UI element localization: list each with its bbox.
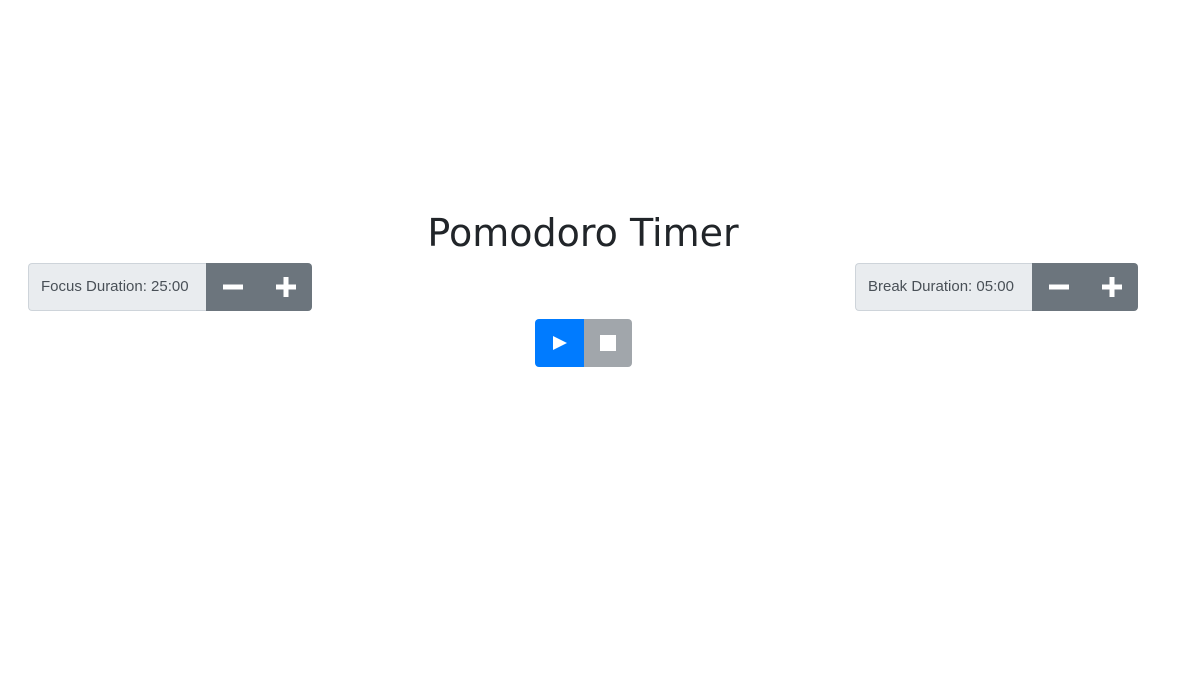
minus-icon — [1048, 284, 1069, 290]
page-title: Pomodoro Timer — [427, 211, 739, 255]
break-duration-label: Break Duration: 05:00 — [855, 263, 1032, 311]
break-decrease-button[interactable] — [1032, 263, 1085, 311]
focus-increase-button[interactable] — [259, 263, 312, 311]
plus-icon — [1101, 277, 1122, 297]
stop-button[interactable] — [584, 319, 632, 367]
plus-icon — [275, 277, 296, 297]
play-icon — [552, 336, 567, 350]
break-increase-button[interactable] — [1085, 263, 1138, 311]
focus-duration-group: Focus Duration: 25:00 — [28, 263, 312, 311]
focus-duration-label: Focus Duration: 25:00 — [28, 263, 206, 311]
start-button[interactable] — [535, 319, 584, 367]
stop-icon — [600, 335, 616, 351]
minus-icon — [222, 284, 243, 290]
focus-decrease-button[interactable] — [206, 263, 259, 311]
break-duration-group: Break Duration: 05:00 — [855, 263, 1138, 311]
timer-controls — [535, 319, 632, 367]
